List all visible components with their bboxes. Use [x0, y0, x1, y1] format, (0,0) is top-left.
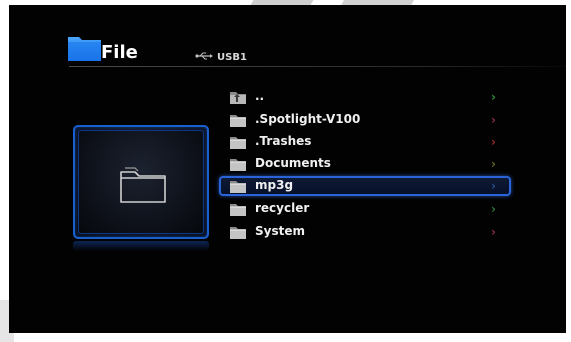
media-player-screen: File USB1 .. › .Spotlight-V100 › .Trashes › Do… [9, 5, 566, 333]
page-title: File [101, 42, 138, 63]
folder-icon [68, 37, 101, 61]
file-name: Documents [255, 156, 331, 170]
file-row[interactable]: .Trashes › [219, 132, 511, 152]
file-row[interactable]: Documents › [219, 154, 511, 174]
folder-icon [230, 227, 246, 239]
device-label: USB1 [217, 52, 247, 63]
chevron-right-icon: › [491, 179, 496, 193]
file-row[interactable]: recycler › [219, 199, 511, 219]
folder-outline-icon [120, 167, 166, 203]
chevron-right-icon: › [491, 90, 496, 104]
file-name: .Trashes [255, 134, 312, 148]
folder-icon [230, 137, 246, 149]
file-name: System [255, 224, 305, 238]
chevron-right-icon: › [491, 113, 496, 127]
folder-icon [230, 181, 246, 193]
file-row[interactable]: .. › [219, 87, 511, 107]
header-divider [69, 66, 566, 67]
folder-preview [73, 125, 209, 239]
file-name: .. [255, 89, 265, 103]
file-row[interactable]: System › [219, 222, 511, 242]
chevron-right-icon: › [491, 202, 496, 216]
file-name: .Spotlight-V100 [255, 112, 361, 126]
chevron-right-icon: › [491, 225, 496, 239]
file-name: mp3g [255, 178, 294, 192]
usb-icon [195, 52, 213, 60]
folder-icon [230, 204, 246, 216]
file-row[interactable]: .Spotlight-V100 › [219, 110, 511, 130]
folder-icon [230, 159, 246, 171]
chevron-right-icon: › [491, 157, 496, 171]
preview-reflection [73, 241, 209, 251]
up-folder-icon [230, 92, 246, 104]
folder-icon [230, 115, 246, 127]
file-row[interactable]: mp3g › [219, 176, 511, 196]
file-name: recycler [255, 201, 310, 215]
chevron-right-icon: › [491, 135, 496, 149]
